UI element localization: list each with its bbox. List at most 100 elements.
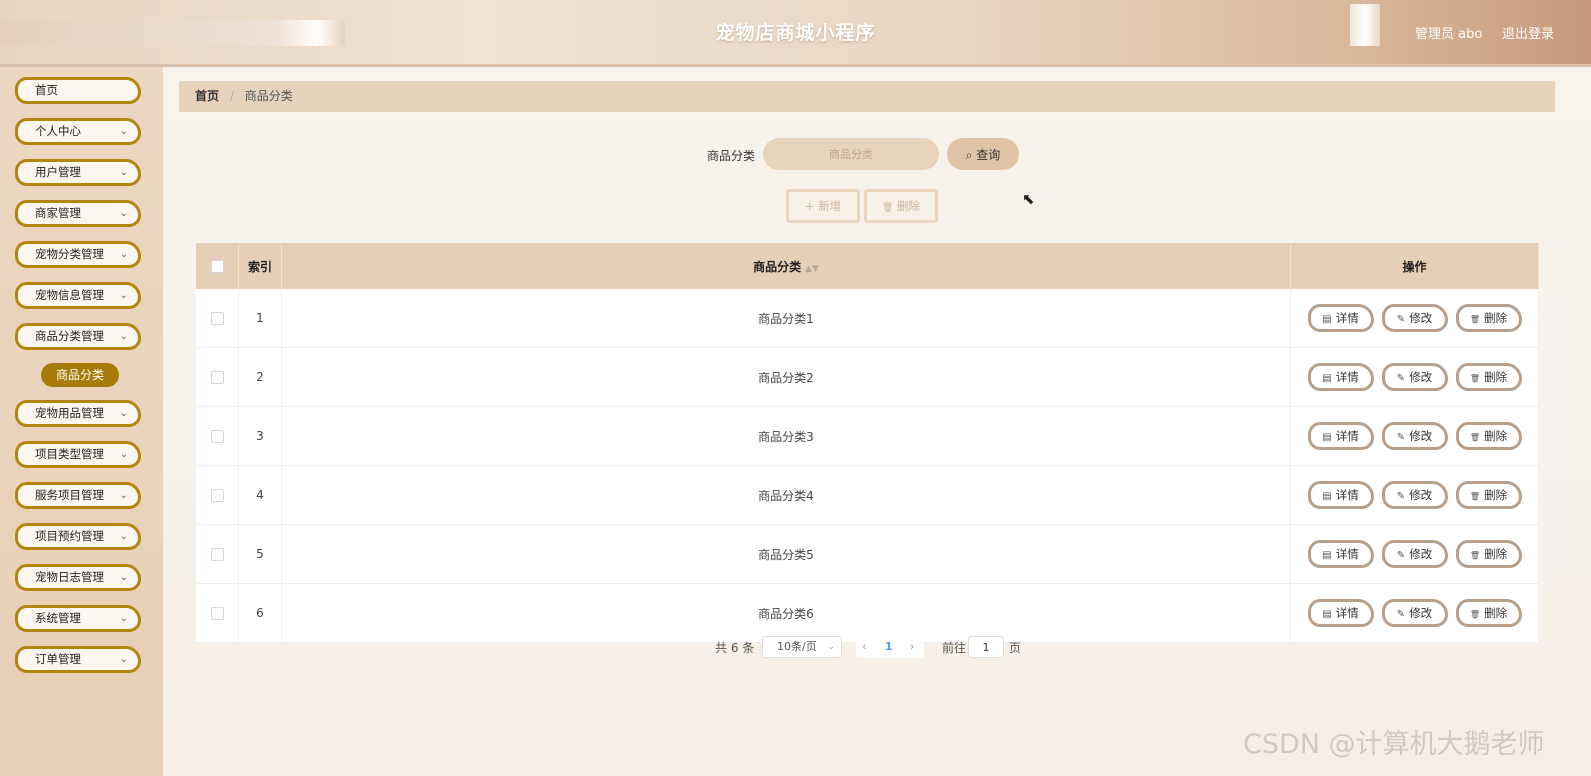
detail-button[interactable]: ▤ 详情 (1307, 540, 1374, 568)
table-row: 6 商品分类6 ▤ 详情 ✎ 修改 🗑 删除 (196, 583, 1539, 643)
delete-button[interactable]: 🗑 删除 (1455, 304, 1522, 332)
row-category: 商品分类6 (281, 583, 1291, 643)
sidebar-item-label: 首页 (35, 83, 58, 97)
category-header[interactable]: 商品分类 ▲▼ (281, 243, 1291, 289)
actions-header: 操作 (1290, 243, 1539, 289)
row-checkbox[interactable] (210, 312, 224, 325)
delete-button[interactable]: 🗑 删除 (1455, 422, 1522, 450)
sidebar-item[interactable]: 宠物信息管理 ⌄ (15, 282, 141, 309)
row-actions: ▤ 详情 ✎ 修改 🗑 删除 (1290, 465, 1539, 525)
sidebar-item[interactable]: 订单管理 ⌄ (15, 646, 141, 673)
batch-delete-label: 删除 (897, 199, 921, 213)
chevron-down-icon: ⌄ (119, 572, 128, 583)
sidebar-item[interactable]: 商家管理 ⌄ (15, 200, 141, 227)
sidebar-subitem-active[interactable]: 商品分类 (41, 363, 119, 387)
edit-button[interactable]: ✎ 修改 (1381, 422, 1448, 450)
edit-icon: ✎ (1396, 609, 1406, 620)
delete-button[interactable]: 🗑 删除 (1455, 540, 1522, 568)
row-checkbox[interactable] (210, 607, 224, 620)
sidebar-item[interactable]: 宠物分类管理 ⌄ (15, 241, 141, 268)
row-actions: ▤ 详情 ✎ 修改 🗑 删除 (1290, 347, 1539, 407)
next-page-button[interactable]: › (910, 636, 914, 658)
plus-icon: + (804, 199, 815, 213)
sidebar-item[interactable]: 项目类型管理 ⌄ (15, 441, 141, 468)
sidebar-item[interactable]: 宠物用品管理 ⌄ (15, 400, 141, 427)
search-icon: ⌕ (965, 147, 973, 162)
delete-button[interactable]: 🗑 删除 (1455, 599, 1522, 627)
add-button-label: 新增 (818, 199, 842, 213)
row-actions: ▤ 详情 ✎ 修改 🗑 删除 (1290, 524, 1539, 584)
delete-button[interactable]: 🗑 删除 (1455, 481, 1522, 509)
edit-icon: ✎ (1396, 314, 1406, 325)
edit-label: 修改 (1409, 606, 1433, 620)
detail-button[interactable]: ▤ 详情 (1307, 481, 1374, 509)
category-header-label: 商品分类 (753, 259, 802, 274)
logout-link[interactable]: 退出登录 (1502, 23, 1554, 42)
detail-button[interactable]: ▤ 详情 (1307, 363, 1374, 391)
detail-button[interactable]: ▤ 详情 (1307, 599, 1374, 627)
row-checkbox[interactable] (210, 430, 224, 443)
goto-page-input[interactable] (968, 636, 1004, 658)
category-search-input[interactable] (763, 138, 939, 170)
sidebar-item[interactable]: 用户管理 ⌄ (15, 159, 141, 186)
page-number-current[interactable]: 1 (885, 636, 893, 658)
detail-icon: ▤ (1322, 373, 1332, 384)
delete-label: 删除 (1484, 311, 1508, 325)
edit-label: 修改 (1409, 311, 1433, 325)
row-index: 1 (238, 289, 282, 348)
prev-page-button[interactable]: ‹ (862, 636, 866, 658)
pagination-total: 共 6 条 (715, 641, 755, 655)
row-checkbox[interactable] (210, 489, 224, 502)
row-checkbox[interactable] (210, 371, 224, 384)
row-checkbox[interactable] (210, 548, 224, 561)
detail-icon: ▤ (1322, 314, 1332, 325)
select-all-checkbox[interactable] (210, 260, 224, 273)
page-size-select[interactable]: 10条/页 ⌄ (762, 636, 842, 658)
chevron-down-icon: ⌄ (119, 167, 128, 178)
detail-button[interactable]: ▤ 详情 (1307, 422, 1374, 450)
row-index: 6 (238, 583, 282, 643)
add-button[interactable]: + 新增 (786, 189, 860, 223)
sidebar-item[interactable]: 首页 (15, 77, 141, 104)
sidebar-item[interactable]: 个人中心 ⌄ (15, 118, 141, 145)
search-button[interactable]: ⌕ 查询 (947, 138, 1019, 170)
sort-icon[interactable]: ▲▼ (805, 264, 819, 274)
sidebar-item-label: 宠物用品管理 (35, 406, 104, 420)
sidebar-item-label: 用户管理 (35, 165, 81, 179)
app-title: 宠物店商城小程序 (715, 22, 876, 44)
edit-icon: ✎ (1396, 550, 1406, 561)
edit-button[interactable]: ✎ 修改 (1381, 540, 1448, 568)
trash-icon: 🗑 (1469, 610, 1481, 619)
row-select-cell (196, 524, 239, 584)
sidebar-item[interactable]: 项目预约管理 ⌄ (15, 523, 141, 550)
delete-button[interactable]: 🗑 删除 (1455, 363, 1522, 391)
sidebar-item[interactable]: 服务项目管理 ⌄ (15, 482, 141, 509)
top-bar: 宠物店商城小程序 管理员 abo 退出登录 (0, 0, 1591, 67)
sidebar-item[interactable]: 宠物日志管理 ⌄ (15, 564, 141, 591)
sidebar-item[interactable]: 系统管理 ⌄ (15, 605, 141, 632)
detail-label: 详情 (1335, 547, 1359, 561)
detail-button[interactable]: ▤ 详情 (1307, 304, 1374, 332)
admin-user-label: 管理员 abo (1415, 27, 1483, 42)
breadcrumb: 首页 / 商品分类 (179, 81, 1555, 112)
edit-icon: ✎ (1396, 432, 1406, 443)
select-all-cell (196, 243, 239, 289)
breadcrumb-current: 商品分类 (244, 89, 293, 103)
search-button-label: 查询 (976, 147, 1001, 162)
edit-button[interactable]: ✎ 修改 (1381, 304, 1448, 332)
delete-label: 删除 (1484, 370, 1508, 384)
batch-delete-button[interactable]: 🗑 删除 (864, 189, 938, 223)
sidebar-item-label: 商家管理 (35, 206, 81, 220)
mouse-cursor-icon: ⬉ (1022, 190, 1035, 208)
edit-button[interactable]: ✎ 修改 (1381, 599, 1448, 627)
sidebar-item[interactable]: 商品分类管理 ⌄ (15, 323, 141, 350)
edit-button[interactable]: ✎ 修改 (1381, 481, 1448, 509)
category-table: 索引 商品分类 ▲▼ 操作 1 商品分类1 ▤ 详情 ✎ 修改 🗑 删除 2 商品分类2 ▤ 详情 ✎ 修改… (196, 243, 1539, 643)
breadcrumb-home[interactable]: 首页 (195, 89, 219, 103)
chevron-down-icon: ⌄ (119, 531, 128, 542)
edit-button[interactable]: ✎ 修改 (1381, 363, 1448, 391)
chevron-down-icon: ⌄ (119, 249, 128, 260)
sidebar-item-label: 宠物分类管理 (35, 247, 104, 261)
trash-icon: 🗑 (1469, 374, 1481, 383)
edit-label: 修改 (1409, 370, 1433, 384)
